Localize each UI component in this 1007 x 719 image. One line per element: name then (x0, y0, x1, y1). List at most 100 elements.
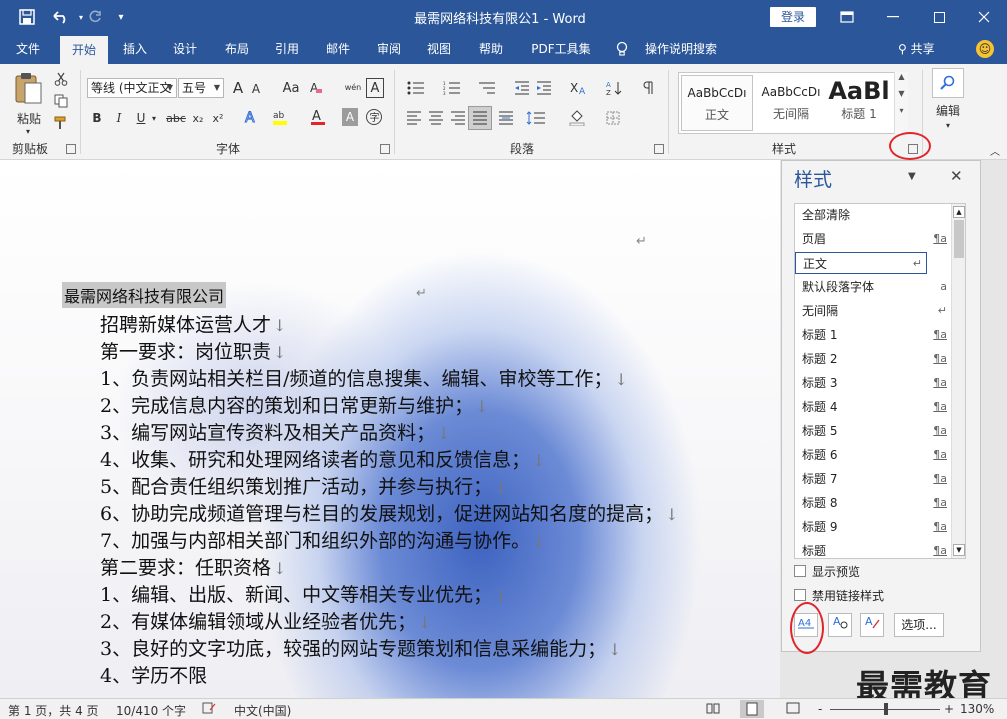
tab-help[interactable]: 帮助 (470, 34, 512, 64)
style-item-no-spacing[interactable]: 无间隔 ↵ (795, 300, 951, 322)
document-line[interactable]: 4、学历不限 (100, 661, 207, 688)
document-line[interactable]: 3、良好的文字功底，较强的网站专题策划和信息采编能力； ↓ (100, 634, 622, 661)
style-item-clear-all[interactable]: 全部清除 (795, 204, 951, 226)
paragraph-dialog-launcher-icon[interactable] (654, 144, 664, 154)
page-count[interactable]: 第 1 页，共 4 页 (8, 702, 99, 719)
phonetic-guide-icon[interactable]: wén (344, 76, 362, 98)
styles-list-scrollbar[interactable]: ▲ ▼ (951, 204, 965, 558)
document-line[interactable]: 第二要求：任职资格 ↓ (100, 553, 286, 580)
sort-icon[interactable]: AZ (604, 78, 624, 98)
editing-dropdown-icon[interactable]: ▾ (942, 120, 954, 130)
style-item-normal[interactable]: 正文 ↵ (795, 252, 927, 274)
checkbox-box[interactable] (794, 589, 806, 601)
tab-pdf-tools[interactable]: PDF工具集 (526, 34, 596, 64)
proofing-icon[interactable] (202, 702, 216, 717)
web-layout-icon[interactable] (786, 702, 800, 717)
style-item-heading-2[interactable]: 标题 2 ¶a (795, 348, 951, 370)
read-mode-icon[interactable] (706, 702, 720, 717)
show-formatting-marks-icon[interactable] (638, 78, 658, 98)
font-color-icon[interactable]: A (308, 106, 328, 128)
style-item-title[interactable]: 标题 ¶a (795, 540, 951, 558)
style-item-heading-5[interactable]: 标题 5 ¶a (795, 420, 951, 442)
style-inspector-icon[interactable]: A (828, 613, 852, 637)
document-line[interactable]: 6、协助完成频道管理与栏目的发展规划，促进网站知名度的提高； ↓ (100, 499, 679, 526)
superscript-icon[interactable]: x² (210, 108, 226, 128)
underline-dropdown-icon[interactable]: ▾ (150, 112, 158, 124)
style-item-heading-9[interactable]: 标题 9 ¶a (795, 516, 951, 538)
tab-home[interactable]: 开始 (60, 36, 108, 64)
increase-indent-icon[interactable] (534, 78, 554, 98)
login-button[interactable]: 登录 (770, 7, 816, 27)
chevron-down-icon[interactable]: ▼ (908, 171, 916, 182)
paste-icon[interactable] (10, 68, 46, 108)
document-line[interactable]: 2、完成信息内容的策划和日常更新与维护； ↓ (100, 391, 489, 418)
shading-icon[interactable] (564, 108, 592, 128)
align-right-icon[interactable] (448, 108, 468, 128)
multilevel-list-icon[interactable] (474, 78, 500, 98)
close-icon[interactable]: ✕ (950, 167, 963, 185)
paste-dropdown-icon[interactable]: ▾ (22, 126, 34, 136)
style-card-no-spacing[interactable]: AaBbCcDı 无间隔 (755, 75, 827, 131)
document-title[interactable]: 最需网络科技有限公司 (62, 282, 227, 308)
maximize-icon[interactable] (916, 0, 962, 34)
text-effects-icon[interactable]: A (242, 106, 260, 128)
tab-layout[interactable]: 布局 (216, 34, 258, 64)
undo-icon[interactable] (46, 6, 76, 28)
tell-me-search[interactable]: 操作说明搜索 (638, 34, 724, 64)
minimize-icon[interactable] (870, 0, 916, 34)
save-icon[interactable] (14, 6, 40, 28)
copy-icon[interactable] (52, 92, 70, 110)
document-line[interactable]: 5、配合责任组织策划推广活动，并参与执行； ↓ (100, 472, 508, 499)
zoom-slider-thumb[interactable] (884, 703, 888, 715)
style-item-heading-3[interactable]: 标题 3 ¶a (795, 372, 951, 394)
show-preview-checkbox[interactable]: 显示预览 (794, 563, 860, 579)
clipboard-dialog-launcher-icon[interactable] (66, 144, 76, 154)
italic-icon[interactable]: I (111, 108, 127, 128)
document-line[interactable]: 3、编写网站宣传资料及相关产品资料； ↓ (100, 418, 451, 445)
share-button[interactable]: ⚲ 共享 (898, 40, 935, 57)
manage-styles-icon[interactable]: A (860, 613, 884, 637)
numbering-icon[interactable]: 123 (440, 78, 464, 98)
strikethrough-icon[interactable]: abc (165, 108, 187, 128)
scroll-thumb[interactable] (954, 220, 964, 258)
document-line[interactable]: 招聘新媒体运营人才 ↓ (100, 310, 286, 337)
align-left-icon[interactable] (404, 108, 424, 128)
tab-review[interactable]: 审阅 (368, 34, 410, 64)
tab-file[interactable]: 文件 (8, 34, 48, 64)
style-item-heading-7[interactable]: 标题 7 ¶a (795, 468, 951, 490)
ribbon-display-options-icon[interactable] (824, 0, 870, 34)
grow-font-icon[interactable]: A (229, 78, 247, 98)
tab-insert[interactable]: 插入 (114, 34, 156, 64)
tab-view[interactable]: 视图 (418, 34, 460, 64)
document-line[interactable]: 1、负责网站相关栏目/频道的信息搜集、编辑、审校等工作； ↓ (100, 364, 628, 391)
document-page[interactable]: ↵ 最需网络科技有限公司 ↵ 招聘新媒体运营人才 ↓ 第一要求：岗位职责 ↓ 1、负… (0, 160, 780, 698)
feedback-smiley-icon[interactable]: ☺ (976, 40, 994, 58)
style-card-heading-1[interactable]: AaBl 标题 1 (827, 75, 891, 131)
document-line[interactable]: 4、收集、研究和处理网络读者的意见和反馈信息； ↓ (100, 445, 546, 472)
bullets-icon[interactable] (404, 78, 428, 98)
style-item-heading-1[interactable]: 标题 1 ¶a (795, 324, 951, 346)
zoom-in-button[interactable]: + (944, 702, 954, 716)
align-center-icon[interactable] (426, 108, 446, 128)
shrink-font-icon[interactable]: A (248, 80, 264, 98)
language-indicator[interactable]: 中文(中国) (234, 702, 291, 719)
customize-quick-access-icon[interactable]: ▾ (114, 6, 128, 28)
character-border-icon[interactable]: A (366, 78, 384, 98)
subscript-icon[interactable]: x₂ (190, 108, 206, 128)
line-spacing-icon[interactable] (522, 108, 550, 128)
format-painter-icon[interactable] (52, 114, 70, 132)
editing-label[interactable]: 编辑 (930, 102, 966, 118)
tab-design[interactable]: 设计 (164, 34, 206, 64)
chevron-up-icon[interactable]: ▲ (895, 72, 908, 81)
document-line[interactable]: 1、编辑、出版、新闻、中文等相关专业优先； ↓ (100, 580, 508, 607)
underline-icon[interactable]: U (133, 108, 149, 128)
checkbox-box[interactable] (794, 565, 806, 577)
distributed-icon[interactable] (496, 108, 516, 128)
close-icon[interactable] (961, 0, 1007, 34)
font-size-combo[interactable]: 五号 ▼ (178, 78, 224, 98)
tab-mailings[interactable]: 邮件 (317, 34, 359, 64)
font-name-combo[interactable]: 等线 (中文正文 ▼ (87, 78, 177, 98)
style-item-heading-8[interactable]: 标题 8 ¶a (795, 492, 951, 514)
zoom-out-button[interactable]: - (818, 702, 822, 716)
chevron-down-icon[interactable]: ▼ (895, 89, 908, 98)
